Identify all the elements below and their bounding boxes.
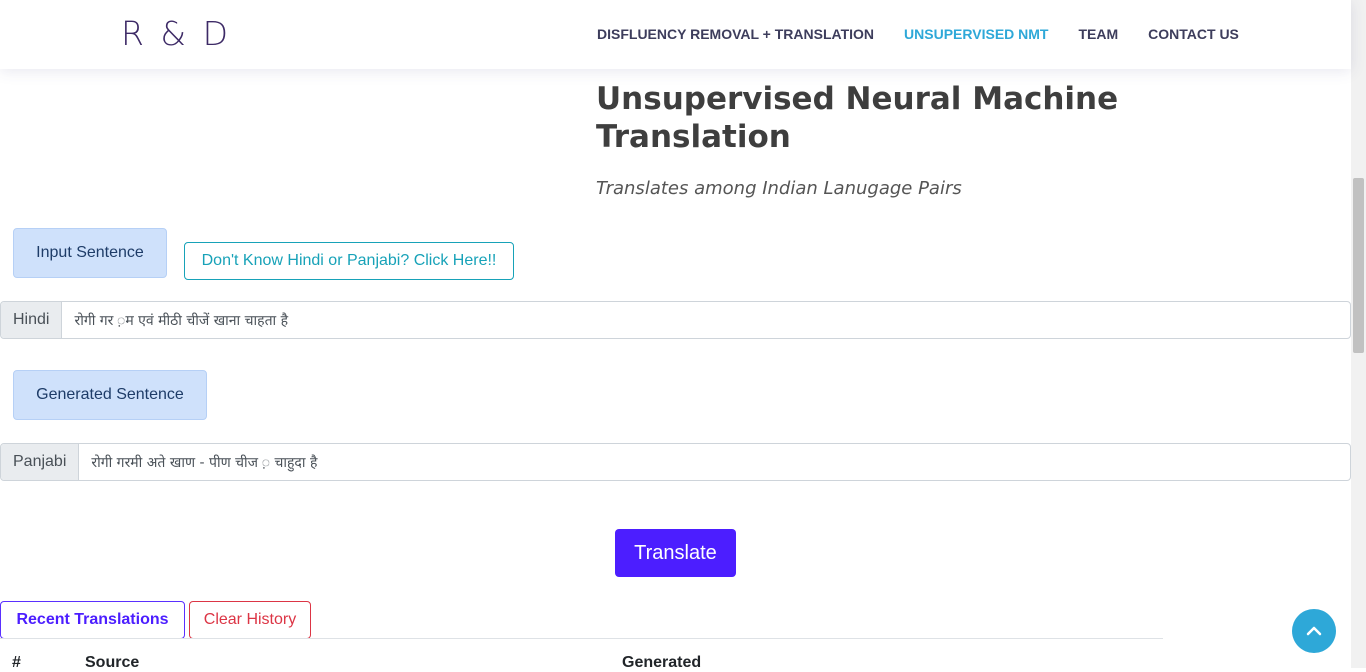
target-language-label: Panjabi	[1, 444, 80, 480]
main-nav: DISFLUENCY REMOVAL + TRANSLATION UNSUPER…	[597, 26, 1239, 42]
input-sentence-label: Input Sentence	[13, 228, 167, 278]
source-language-label: Hindi	[1, 302, 63, 338]
source-sentence-input[interactable]: रोगी गर ़म एवं मीठी चीजें खाना चाहता है	[62, 302, 1350, 338]
column-header-source: Source	[85, 654, 140, 671]
generated-sentence-group: Panjabi रोगी गरमी अते खाण - पीण चीज ़ चा…	[0, 443, 1351, 481]
clear-history-button[interactable]: Clear History	[189, 601, 311, 639]
page-subtitle: Translates among Indian Lanugage Pairs	[596, 178, 962, 199]
back-to-top-button[interactable]	[1292, 609, 1336, 653]
nav-item-disfluency[interactable]: DISFLUENCY REMOVAL + TRANSLATION	[597, 26, 874, 42]
page-title: Unsupervised Neural Machine Translation	[596, 81, 1119, 155]
site-header: R & D DISFLUENCY REMOVAL + TRANSLATION U…	[0, 0, 1351, 69]
column-header-generated: Generated	[622, 654, 702, 671]
language-help-button[interactable]: Don't Know Hindi or Panjabi? Click Here!…	[184, 242, 514, 280]
scrollbar-thumb[interactable]	[1353, 178, 1364, 353]
nav-item-team[interactable]: TEAM	[1078, 26, 1118, 42]
translate-button[interactable]: Translate	[615, 529, 736, 577]
page-scrollbar[interactable]	[1351, 0, 1366, 668]
nav-item-unsupervised-nmt[interactable]: UNSUPERVISED NMT	[904, 26, 1048, 42]
generated-sentence-output[interactable]: रोगी गरमी अते खाण - पीण चीज ़ चाहुदा है	[79, 444, 1350, 480]
input-sentence-group: Hindi रोगी गर ़म एवं मीठी चीजें खाना चाह…	[0, 301, 1351, 339]
history-divider	[0, 638, 1163, 639]
nav-item-contact[interactable]: CONTACT US	[1148, 26, 1239, 42]
chevron-up-icon	[1306, 626, 1322, 636]
recent-translations-tab[interactable]: Recent Translations	[0, 601, 185, 639]
site-logo[interactable]: R & D	[121, 14, 231, 53]
column-header-index: #	[12, 654, 21, 671]
generated-sentence-label: Generated Sentence	[13, 370, 207, 420]
